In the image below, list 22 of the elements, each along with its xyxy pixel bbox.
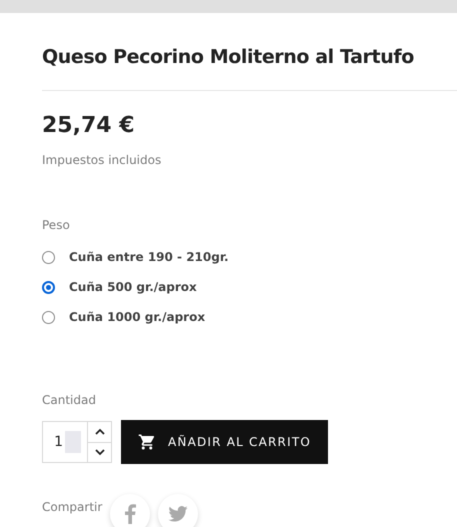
cart-icon [138, 433, 156, 451]
quantity-label: Cantidad [42, 393, 97, 407]
radio-button[interactable] [42, 250, 55, 264]
bird-icon [168, 506, 188, 522]
chevron-down-icon [94, 448, 104, 456]
product-price: 25,74 € [42, 112, 136, 140]
option-label[interactable]: Cuña entre 190 - 210gr. [69, 250, 229, 264]
facebook-button[interactable] [110, 494, 150, 527]
radio-button[interactable] [42, 280, 55, 294]
twitter-button[interactable] [158, 494, 198, 527]
add-to-cart-button[interactable]: AÑADIR AL CARRITO [121, 420, 328, 464]
weight-label: Peso [42, 218, 71, 232]
tax-note: Impuestos incluidos [42, 153, 162, 167]
radio-button[interactable] [42, 310, 55, 324]
option-label[interactable]: Cuña 1000 gr./aprox [69, 310, 206, 324]
share-label: Compartir [42, 500, 102, 514]
product-title: Queso Pecorino Moliterno al Tartufo [42, 46, 415, 70]
quantity-field[interactable]: 1 [42, 421, 112, 463]
facebook-icon [124, 504, 136, 524]
quantity-value: 1 [54, 434, 63, 450]
option-label[interactable]: Cuña 500 gr./aprox [69, 280, 197, 294]
chevron-up-icon [94, 428, 104, 436]
